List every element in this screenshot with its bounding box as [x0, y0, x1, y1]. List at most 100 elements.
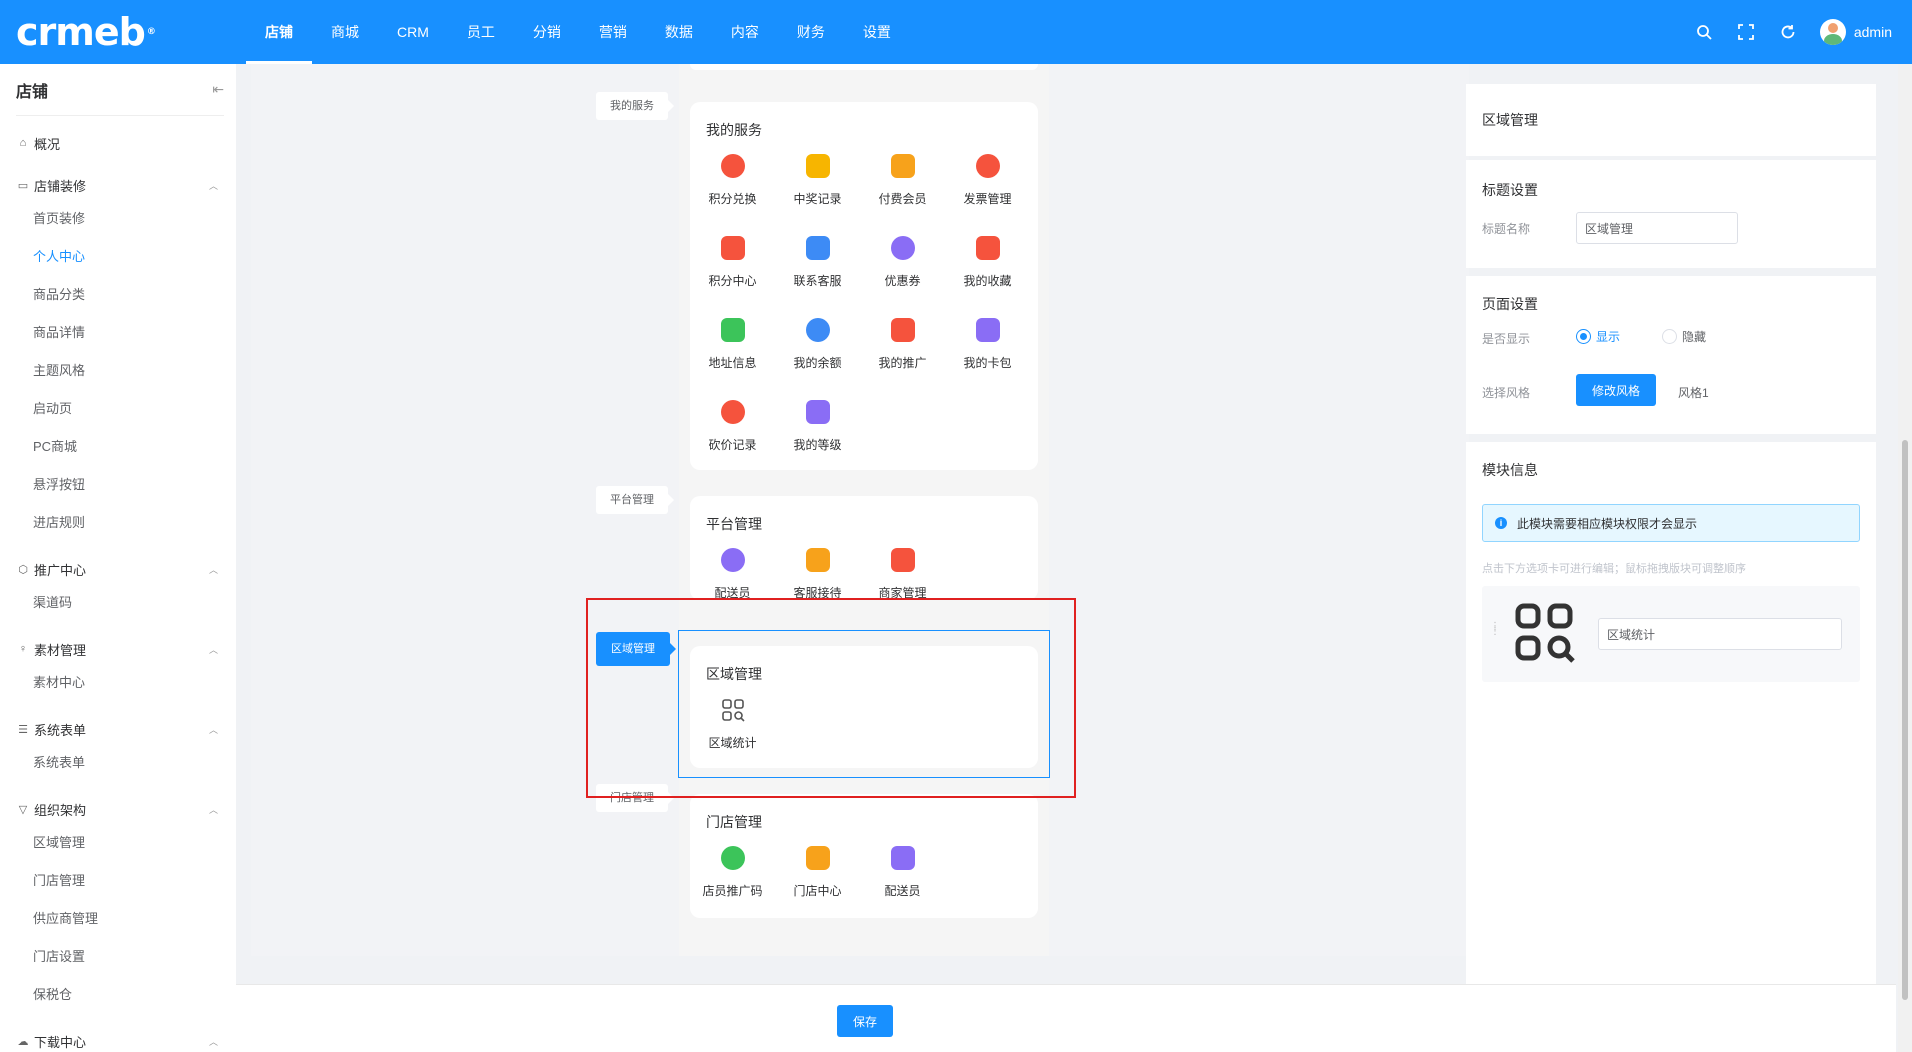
avatar[interactable]	[1819, 19, 1846, 45]
grid-item[interactable]: 中奖记录	[775, 152, 860, 234]
sidebar-items: 渠道码	[16, 584, 236, 622]
sidebar-item[interactable]: 主题风格	[33, 352, 141, 390]
grid-item[interactable]: 积分中心	[690, 234, 775, 316]
sidebar-item[interactable]: 首页装修	[33, 200, 141, 238]
sidebar-group: ☰ 系统表单 ︿ 系统表单	[0, 714, 236, 782]
grid-item[interactable]: 联系客服	[775, 234, 860, 316]
group-label-wrap: ☰ 系统表单	[16, 720, 86, 739]
chevron-up-icon[interactable]: ︿	[209, 179, 218, 192]
sidebar-item[interactable]: 保税仓	[33, 976, 141, 1014]
page-scrollbar[interactable]	[1898, 64, 1912, 1052]
tab-4[interactable]: 分销	[514, 0, 580, 64]
service-icon	[890, 548, 915, 572]
home-icon: ⌂	[19, 137, 27, 149]
group-label-wrap: ⬡ 推广中心	[16, 560, 86, 579]
sidebar-item[interactable]: 启动页	[33, 390, 141, 428]
brand-logo[interactable]: crmeb ®	[0, 0, 236, 64]
sidebar-group-header[interactable]: ⬡ 推广中心 ︿	[16, 554, 236, 584]
tag-platform[interactable]: 平台管理	[596, 486, 674, 514]
tab-3[interactable]: 员工	[448, 0, 514, 64]
sidebar-item[interactable]: 进店规则	[33, 504, 141, 542]
module-info: 模块信息 i 此模块需要相应模块权限才会显示 点击下方选项卡可进行编辑；鼠标拖拽版…	[1466, 442, 1876, 1052]
tab-2[interactable]: CRM	[378, 0, 448, 64]
sidebar-item[interactable]: 素材中心	[33, 664, 141, 702]
module-item[interactable]: ⋮ ⋮ 区域统计	[1482, 586, 1860, 682]
grid-search-icon	[1514, 602, 1576, 669]
drag-handle-icon[interactable]: ⋮ ⋮	[1490, 622, 1500, 637]
save-button[interactable]: 保存	[837, 1005, 893, 1037]
sidebar-group-header[interactable]: ⌂ 概况	[16, 128, 236, 158]
grid-item[interactable]: 发票管理	[945, 152, 1030, 234]
tab-1[interactable]: 商城	[312, 0, 378, 64]
platform-card[interactable]: 平台管理 配送员 客服接待 商家管理	[690, 496, 1038, 600]
grid-item[interactable]: 我的余额	[775, 316, 860, 398]
cube-icon: ⬡	[18, 563, 28, 576]
grid-item[interactable]: 我的推广	[860, 316, 945, 398]
sidebar-item[interactable]: 区域管理	[33, 824, 141, 862]
chevron-up-icon[interactable]: ︿	[209, 563, 218, 576]
logo-text: crmeb	[16, 10, 146, 54]
fullscreen-icon[interactable]	[1736, 22, 1756, 42]
sidebar-item[interactable]: 悬浮按钮	[33, 466, 141, 504]
scrollbar-thumb[interactable]	[1902, 440, 1908, 1000]
grid-item[interactable]: 优惠券	[860, 234, 945, 316]
group-label-wrap: ▽ 组织架构	[16, 800, 86, 819]
services-card[interactable]: 我的服务 积分兑换 中奖记录 付费会员 发票管理 积分中心 联系客服 优惠券 我的收藏 地址信息…	[690, 102, 1038, 470]
sidebar-item[interactable]: 门店管理	[33, 862, 141, 900]
search-icon[interactable]	[1694, 22, 1714, 42]
store-card[interactable]: 门店管理 店员推广码 门店中心 配送员	[690, 794, 1038, 918]
refresh-icon[interactable]	[1778, 22, 1798, 42]
grid-item-label: 我的推广	[878, 356, 927, 370]
collapse-icon[interactable]: ⇤	[212, 81, 224, 98]
title-name-input[interactable]: 区域管理	[1576, 212, 1738, 244]
grid-item[interactable]: 配送员	[860, 844, 945, 926]
grid-item[interactable]: 门店中心	[775, 844, 860, 926]
sidebar-item[interactable]: PC商城	[33, 428, 141, 466]
chevron-up-icon[interactable]: ︿	[209, 803, 218, 816]
change-style-button[interactable]: 修改风格	[1576, 374, 1656, 406]
sidebar-group-header[interactable]: ♀ 素材管理 ︿	[16, 634, 236, 664]
tab-8[interactable]: 财务	[778, 0, 844, 64]
sidebar-item[interactable]: 门店设置	[33, 938, 141, 976]
module-item-input[interactable]: 区域统计	[1598, 618, 1842, 650]
tab-0[interactable]: 店铺	[246, 0, 312, 64]
grid-item-label: 优惠券	[884, 274, 921, 288]
tab-7[interactable]: 内容	[712, 0, 778, 64]
grid-item[interactable]: 砍价记录	[690, 398, 775, 480]
show-radio[interactable]: 显示	[1576, 328, 1620, 345]
grid-item[interactable]: 积分兑换	[690, 152, 775, 234]
user-name[interactable]: admin	[1854, 24, 1892, 40]
sidebar-item[interactable]: 渠道码	[33, 584, 141, 622]
notice-text: 此模块需要相应模块权限才会显示	[1517, 516, 1698, 531]
monitor-icon: ▭	[17, 179, 29, 192]
grid-item[interactable]: 我的卡包	[945, 316, 1030, 398]
chevron-up-icon[interactable]: ︿	[209, 1035, 218, 1048]
tab-5[interactable]: 营销	[580, 0, 646, 64]
sidebar-group-header[interactable]: ☁ 下载中心 ︿	[16, 1026, 236, 1052]
tag-services[interactable]: 我的服务	[596, 92, 674, 120]
grid-item[interactable]: 我的收藏	[945, 234, 1030, 316]
grid-item[interactable]: 付费会员	[860, 152, 945, 234]
sidebar-group-header[interactable]: ☰ 系统表单 ︿	[16, 714, 236, 744]
sidebar-item[interactable]: 系统表单	[33, 744, 141, 782]
sidebar-title: 店铺	[16, 83, 49, 101]
grid-item[interactable]: 店员推广码	[690, 844, 775, 926]
grid-item[interactable]: 我的等级	[775, 398, 860, 480]
sidebar-group-label: 组织架构	[34, 802, 87, 818]
tab-9[interactable]: 设置	[844, 0, 910, 64]
service-icon	[805, 318, 830, 342]
service-icon	[975, 318, 1000, 342]
store-grid: 店员推广码 门店中心 配送员	[690, 844, 1038, 926]
chevron-up-icon[interactable]: ︿	[209, 643, 218, 656]
tab-6[interactable]: 数据	[646, 0, 712, 64]
sidebar-group-header[interactable]: ▽ 组织架构 ︿	[16, 794, 236, 824]
sidebar-item[interactable]: 个人中心	[33, 238, 141, 276]
sidebar-item[interactable]: 商品分类	[33, 276, 141, 314]
grid-item[interactable]: 地址信息	[690, 316, 775, 398]
sidebar-item[interactable]: 供应商管理	[33, 900, 141, 938]
hide-radio[interactable]: 隐藏	[1662, 328, 1706, 345]
sidebar-item[interactable]: 商品详情	[33, 314, 141, 352]
chevron-up-icon[interactable]: ︿	[209, 723, 218, 736]
service-icon	[890, 318, 915, 342]
sidebar-group-header[interactable]: ▭ 店铺装修 ︿	[16, 170, 236, 200]
